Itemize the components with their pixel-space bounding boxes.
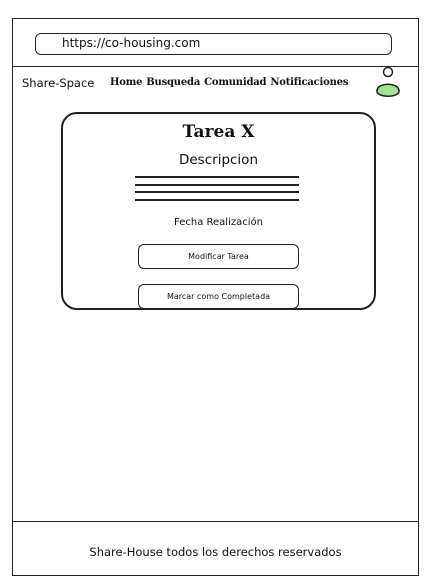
nav-item-home[interactable]: Home [110,76,142,90]
url-text: https://co-housing.com [62,36,201,50]
task-title: Tarea X [182,122,255,142]
edit-task-button[interactable]: Modificar Tarea [138,244,299,269]
task-description-label: Descripcion [178,152,259,168]
main-nav: Home Busqueda Comunidad Notificaciones [110,76,348,90]
header-divider [13,66,418,67]
url-bar[interactable]: https://co-housing.com [35,33,392,55]
description-placeholder-lines [135,176,299,206]
page-frame: https://co-housing.com Share-Space Home … [12,18,419,576]
nav-item-notificaciones[interactable]: Notificaciones [270,76,348,90]
footer-copyright: Share-House todos los derechos reservado… [89,545,342,559]
user-avatar-icon[interactable] [372,66,404,100]
footer-divider [13,521,418,522]
task-date-label: Fecha Realización [174,217,263,228]
nav-item-comunidad[interactable]: Comunidad [204,76,266,90]
task-card: Tarea X Descripcion Fecha Realización Mo… [61,112,376,310]
brand-logo-text[interactable]: Share-Space [22,76,94,90]
complete-task-button[interactable]: Marcar como Completada [138,284,299,309]
nav-item-busqueda[interactable]: Busqueda [146,76,200,90]
